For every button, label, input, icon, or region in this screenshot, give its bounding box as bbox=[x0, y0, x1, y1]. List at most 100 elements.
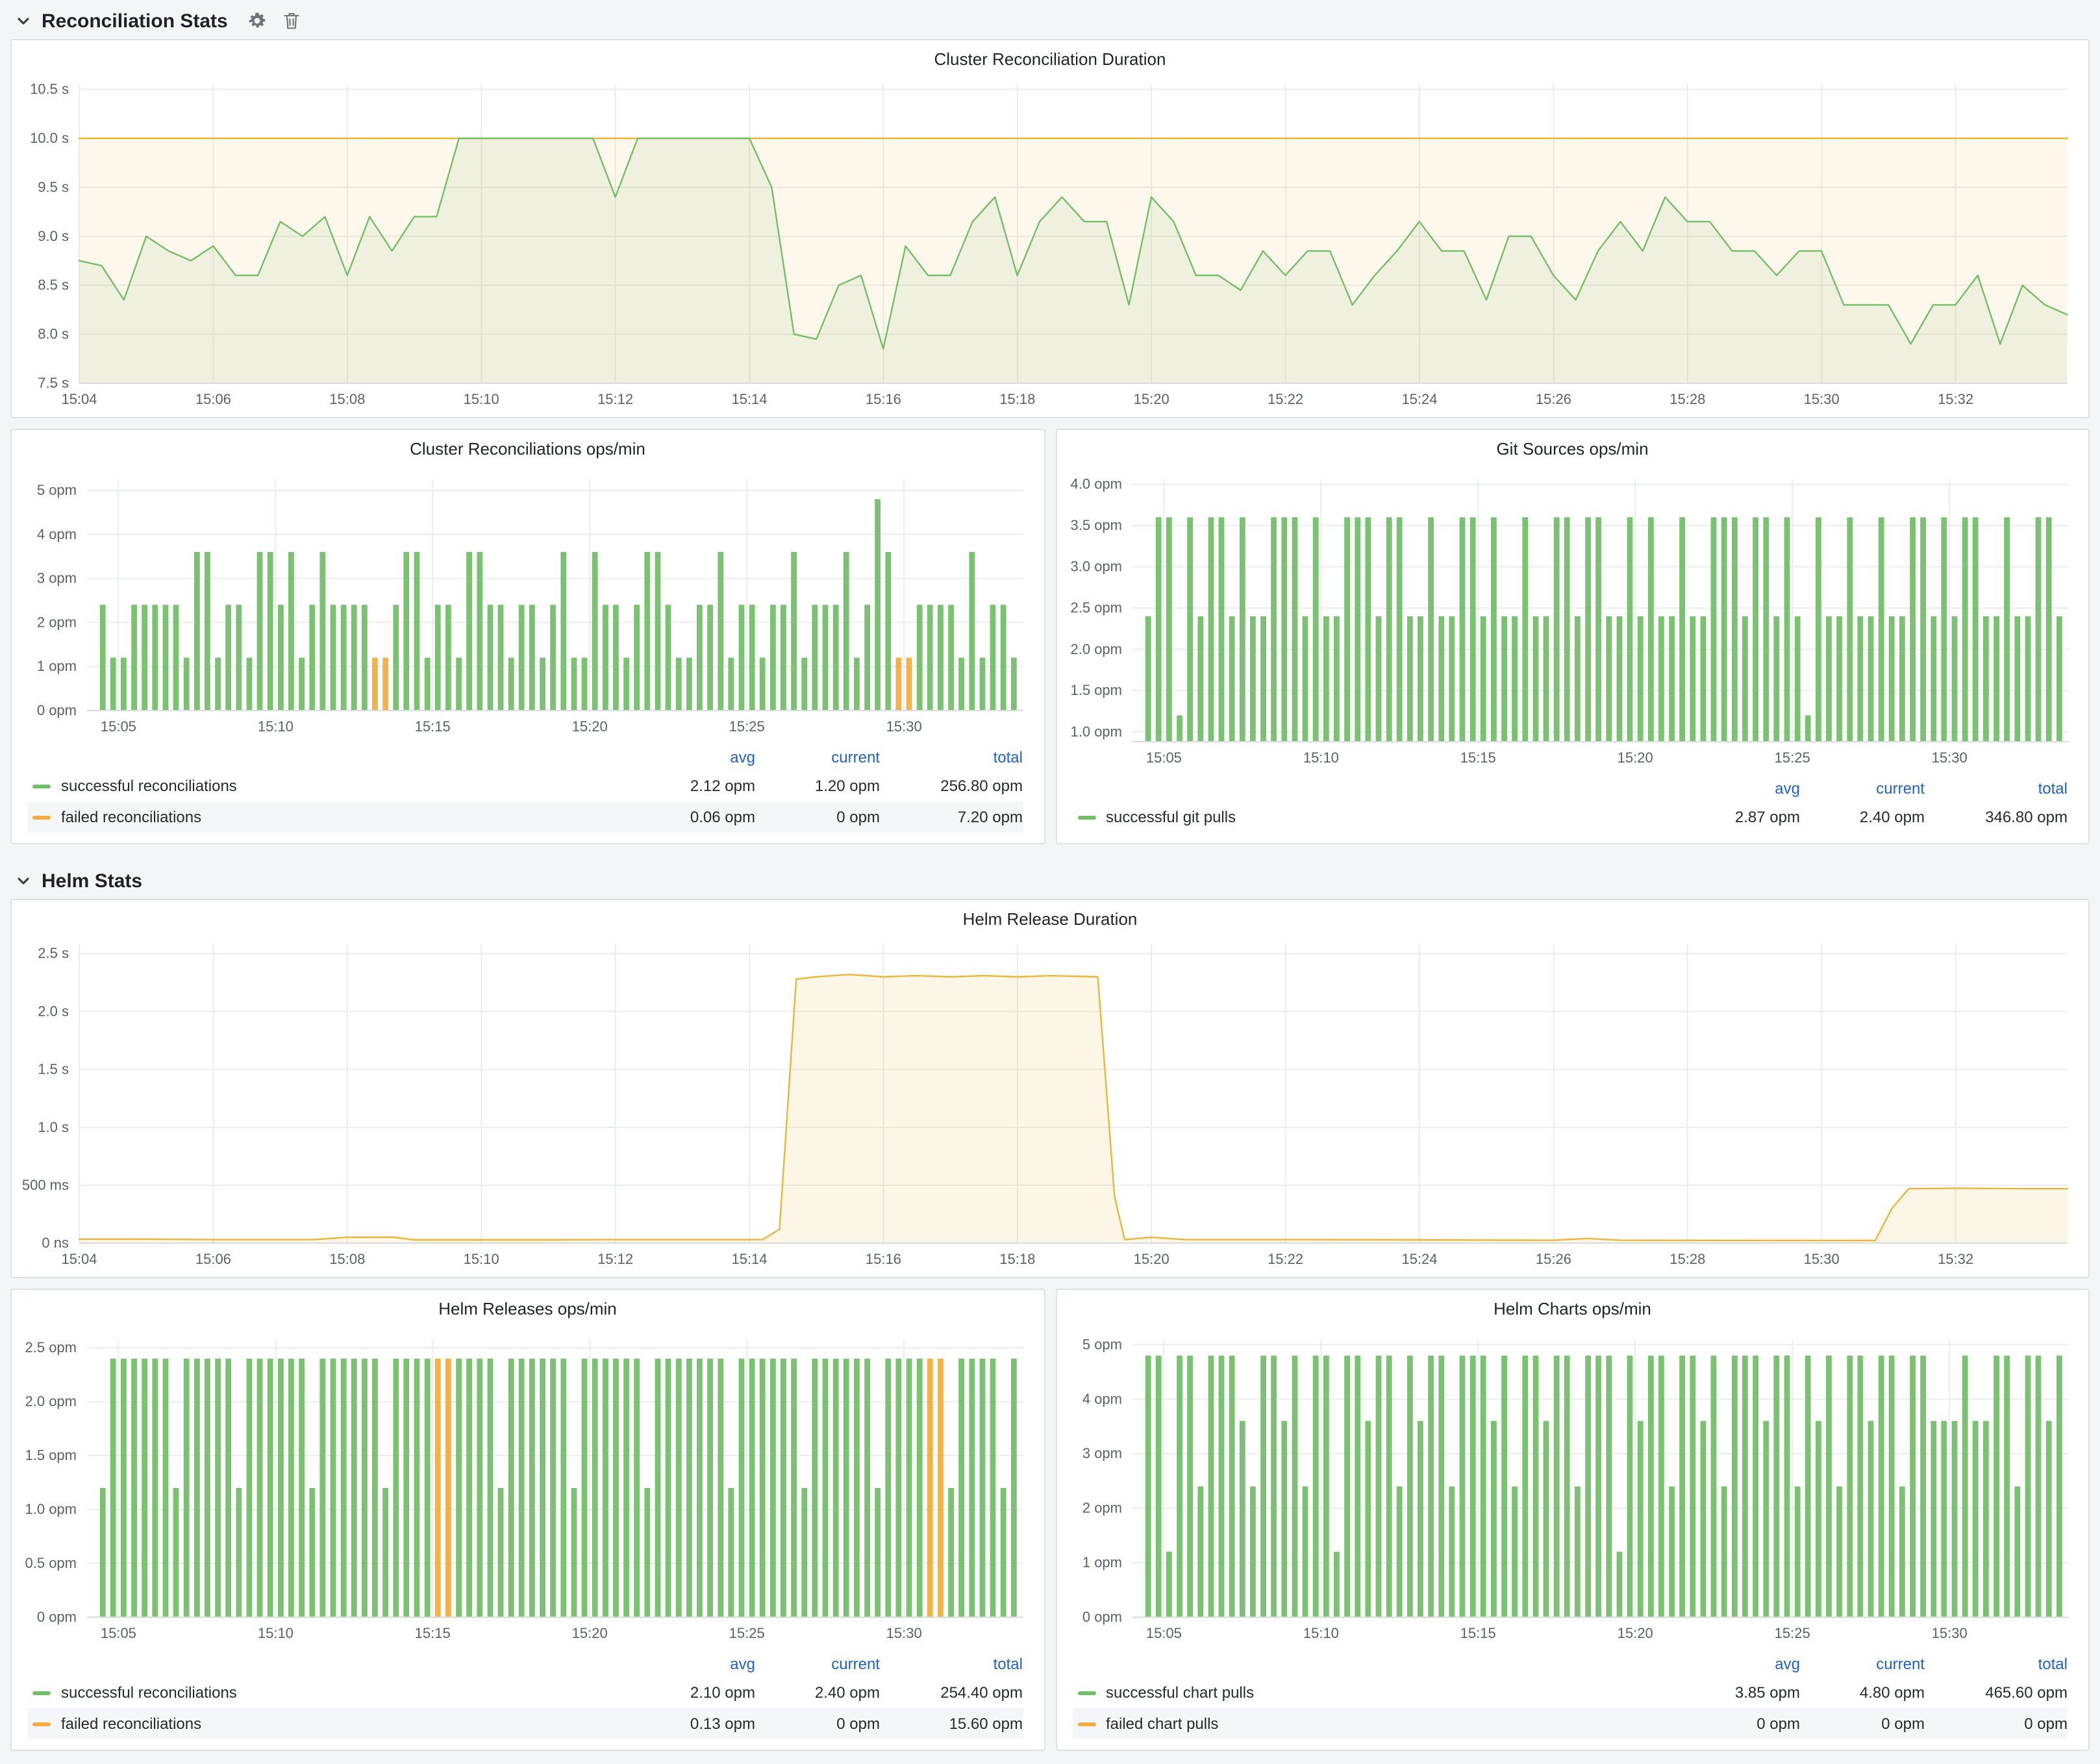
series-marker-green bbox=[1077, 1691, 1095, 1695]
current-value: 0 opm bbox=[755, 1715, 880, 1733]
git-sources-chart[interactable]: 1.0 opm1.5 opm2.0 opm2.5 opm3.0 opm3.5 o… bbox=[1056, 466, 2088, 775]
svg-text:3 opm: 3 opm bbox=[1082, 1445, 1121, 1461]
total-value: 254.40 opm bbox=[880, 1683, 1023, 1702]
legend-col-total[interactable]: total bbox=[1925, 779, 2068, 798]
svg-text:15:10: 15:10 bbox=[464, 1251, 499, 1267]
svg-text:15:25: 15:25 bbox=[1774, 750, 1810, 766]
series-name[interactable]: successful chart pulls bbox=[1106, 1683, 1254, 1702]
legend-row: successful git pulls 2.87 opm 2.40 opm 3… bbox=[1072, 801, 2068, 833]
panel-title[interactable]: Cluster Reconciliations ops/min bbox=[12, 430, 1044, 466]
svg-text:15:24: 15:24 bbox=[1401, 1251, 1437, 1267]
total-value: 15.60 opm bbox=[880, 1715, 1023, 1733]
legend-header: avg current total bbox=[27, 1651, 1023, 1677]
trash-icon[interactable] bbox=[280, 9, 303, 32]
legend-row: successful reconciliations 2.12 opm 1.20… bbox=[27, 770, 1023, 801]
svg-text:3.5 opm: 3.5 opm bbox=[1070, 517, 1122, 533]
cluster-reconciliations-chart[interactable]: 0 opm1 opm2 opm3 opm4 opm5 opm15:0515:10… bbox=[12, 466, 1044, 744]
svg-text:0.5 opm: 0.5 opm bbox=[25, 1555, 77, 1571]
total-value: 7.20 opm bbox=[880, 808, 1023, 826]
legend-col-avg[interactable]: avg bbox=[631, 1655, 755, 1673]
chevron-down-icon[interactable] bbox=[16, 873, 31, 888]
svg-text:1.5 opm: 1.5 opm bbox=[25, 1447, 77, 1463]
panel-title[interactable]: Git Sources ops/min bbox=[1056, 430, 2088, 466]
panel-git-sources: Git Sources ops/min 1.0 opm1.5 opm2.0 op… bbox=[1055, 429, 2090, 844]
svg-text:15:20: 15:20 bbox=[572, 1625, 608, 1641]
svg-text:15:05: 15:05 bbox=[101, 1625, 136, 1641]
legend-col-current[interactable]: current bbox=[1800, 779, 1925, 798]
svg-text:15:20: 15:20 bbox=[1134, 1251, 1169, 1267]
svg-text:15:12: 15:12 bbox=[597, 1251, 633, 1267]
current-value: 0 opm bbox=[1800, 1715, 1925, 1733]
svg-text:15:30: 15:30 bbox=[1804, 391, 1840, 407]
svg-text:4 opm: 4 opm bbox=[37, 526, 77, 542]
series-name[interactable]: successful reconciliations bbox=[61, 777, 237, 795]
helm-release-duration-chart[interactable]: 0 ns500 ms1.0 s1.5 s2.0 s2.5 s15:0415:06… bbox=[12, 937, 2088, 1277]
gear-icon[interactable] bbox=[246, 9, 269, 32]
svg-text:10.5 s: 10.5 s bbox=[30, 81, 69, 97]
avg-value: 0 opm bbox=[1675, 1715, 1800, 1733]
panel-title[interactable]: Helm Charts ops/min bbox=[1056, 1290, 2088, 1326]
legend-header: avg current total bbox=[27, 744, 1023, 770]
panel-title[interactable]: Helm Release Duration bbox=[12, 900, 2088, 937]
legend-col-avg[interactable]: avg bbox=[1675, 1655, 1800, 1673]
legend: avg current total successful reconciliat… bbox=[12, 1651, 1044, 1750]
legend-col-total[interactable]: total bbox=[1925, 1655, 2068, 1673]
svg-text:15:15: 15:15 bbox=[1460, 1625, 1495, 1641]
legend-col-current[interactable]: current bbox=[755, 1655, 880, 1673]
cluster-reconciliation-duration-chart[interactable]: 7.5 s8.0 s8.5 s9.0 s9.5 s10.0 s10.5 s15:… bbox=[12, 77, 2088, 417]
svg-text:1 opm: 1 opm bbox=[37, 658, 77, 674]
svg-text:15:14: 15:14 bbox=[731, 1251, 767, 1267]
section-title[interactable]: Helm Stats bbox=[42, 870, 142, 892]
svg-text:15:10: 15:10 bbox=[258, 718, 294, 735]
helm-charts-chart[interactable]: 0 opm1 opm2 opm3 opm4 opm5 opm15:0515:10… bbox=[1056, 1326, 2088, 1651]
svg-text:15:26: 15:26 bbox=[1536, 1251, 1571, 1267]
panel-helm-charts: Helm Charts ops/min 0 opm1 opm2 opm3 opm… bbox=[1055, 1289, 2090, 1751]
series-name[interactable]: failed reconciliations bbox=[61, 1715, 201, 1733]
svg-text:15:20: 15:20 bbox=[1134, 391, 1169, 407]
svg-text:15:10: 15:10 bbox=[1303, 1625, 1338, 1641]
legend-col-current[interactable]: current bbox=[1800, 1655, 1925, 1673]
panel-cluster-reconciliations: Cluster Reconciliations ops/min 0 opm1 o… bbox=[10, 429, 1045, 844]
svg-text:1 opm: 1 opm bbox=[1082, 1554, 1121, 1570]
series-name[interactable]: failed reconciliations bbox=[61, 808, 201, 826]
svg-text:15:04: 15:04 bbox=[61, 391, 97, 407]
series-name[interactable]: successful git pulls bbox=[1106, 808, 1236, 826]
panel-title[interactable]: Helm Releases ops/min bbox=[12, 1290, 1044, 1326]
helm-releases-chart[interactable]: 0 opm0.5 opm1.0 opm1.5 opm2.0 opm2.5 opm… bbox=[12, 1326, 1044, 1651]
svg-text:1.5 opm: 1.5 opm bbox=[1070, 682, 1122, 698]
svg-text:3 opm: 3 opm bbox=[37, 570, 77, 586]
svg-text:15:16: 15:16 bbox=[866, 391, 901, 407]
legend-col-total[interactable]: total bbox=[880, 748, 1023, 766]
svg-text:15:08: 15:08 bbox=[329, 1251, 365, 1267]
svg-text:15:12: 15:12 bbox=[597, 391, 633, 407]
section-reconciliation-stats[interactable]: Reconciliation Stats bbox=[0, 0, 2100, 39]
svg-text:15:16: 15:16 bbox=[866, 1251, 901, 1267]
legend-col-total[interactable]: total bbox=[880, 1655, 1023, 1673]
svg-text:15:06: 15:06 bbox=[195, 391, 231, 407]
chevron-down-icon[interactable] bbox=[16, 13, 31, 29]
svg-text:500 ms: 500 ms bbox=[22, 1177, 69, 1193]
svg-text:0 ns: 0 ns bbox=[42, 1235, 69, 1251]
panel-title[interactable]: Cluster Reconciliation Duration bbox=[12, 40, 2088, 77]
svg-text:2.0 s: 2.0 s bbox=[38, 1003, 69, 1019]
series-name[interactable]: failed chart pulls bbox=[1106, 1715, 1218, 1733]
section-title[interactable]: Reconciliation Stats bbox=[42, 10, 228, 32]
total-value: 0 opm bbox=[1925, 1715, 2068, 1733]
svg-text:15:10: 15:10 bbox=[1303, 750, 1338, 766]
series-name[interactable]: successful reconciliations bbox=[61, 1683, 237, 1702]
svg-text:9.0 s: 9.0 s bbox=[38, 228, 69, 244]
avg-value: 0.13 opm bbox=[631, 1715, 755, 1733]
svg-text:15:15: 15:15 bbox=[415, 1625, 451, 1641]
avg-value: 2.12 opm bbox=[631, 777, 755, 795]
svg-text:15:25: 15:25 bbox=[1774, 1625, 1810, 1641]
legend-col-avg[interactable]: avg bbox=[1675, 779, 1800, 798]
legend-row: successful chart pulls 3.85 opm 4.80 opm… bbox=[1072, 1677, 2068, 1708]
svg-text:15:08: 15:08 bbox=[329, 391, 365, 407]
series-marker-green bbox=[32, 784, 51, 788]
legend-row: failed chart pulls 0 opm 0 opm 0 opm bbox=[1072, 1708, 2068, 1739]
svg-text:2.5 opm: 2.5 opm bbox=[1070, 599, 1122, 616]
legend-col-current[interactable]: current bbox=[755, 748, 880, 766]
total-value: 346.80 opm bbox=[1925, 808, 2068, 826]
section-helm-stats[interactable]: Helm Stats bbox=[0, 860, 2100, 899]
legend-col-avg[interactable]: avg bbox=[631, 748, 755, 766]
